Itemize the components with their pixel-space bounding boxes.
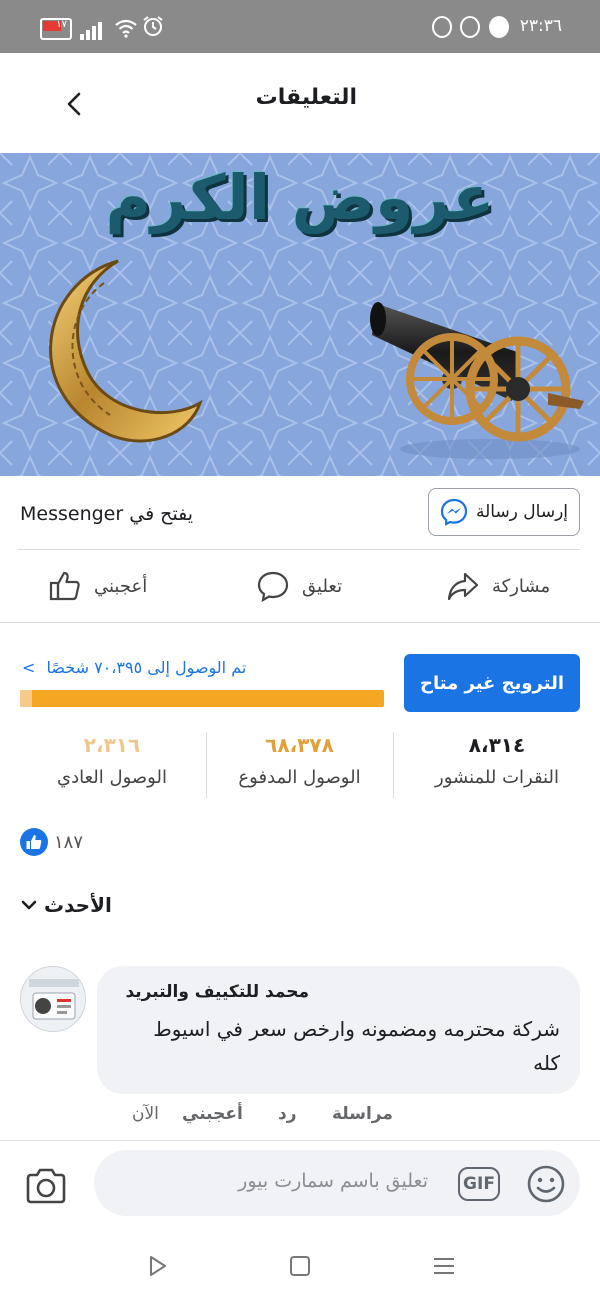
status-bar: ١٧ ٢٣:٣٦ xyxy=(0,0,600,53)
stat-value: ٢،٣١٦ xyxy=(83,733,141,757)
comment-button[interactable]: تعليق xyxy=(256,568,342,604)
messenger-icon xyxy=(440,498,468,526)
comment-reply-button[interactable]: رد xyxy=(278,1104,297,1124)
recent-apps-icon[interactable] xyxy=(431,1253,457,1279)
messenger-cta-row: يفتح في Messenger إرسال رسالة xyxy=(0,476,600,550)
back-triangle-icon[interactable] xyxy=(144,1253,170,1279)
ac-unit-logo xyxy=(21,967,85,1031)
comment-bubble[interactable]: محمد للتكييف والتبريد شركة محترمه ومضمون… xyxy=(97,966,580,1094)
share-label: مشاركة xyxy=(492,575,551,597)
post-banner-image[interactable]: عروض الكرم xyxy=(0,153,600,476)
alarm-icon xyxy=(143,16,163,36)
reach-chevron-icon: < xyxy=(22,658,36,677)
chevron-down-icon xyxy=(21,900,37,910)
like-button[interactable]: أعجبني xyxy=(48,568,147,604)
back-chevron-icon[interactable] xyxy=(60,89,90,119)
reach-link[interactable]: < تم الوصول إلى ٧٠،٣٩٥ شخصًا xyxy=(22,658,246,677)
comment-sort-dropdown[interactable]: الأحدث xyxy=(20,893,112,917)
page-title: التعليقات xyxy=(255,85,357,110)
comment-message-button[interactable]: مراسلة xyxy=(332,1104,393,1124)
whatsapp-business-icon xyxy=(460,16,480,38)
reach-progress-bar xyxy=(20,690,384,707)
whatsapp-icon xyxy=(489,16,509,38)
stat-post-clicks: ٨،٣١٤ النقرات للمنشور xyxy=(394,733,600,788)
send-message-label: إرسال رسالة xyxy=(475,502,569,522)
comment-like-button[interactable]: أعجبني xyxy=(182,1104,243,1124)
wifi-icon xyxy=(115,19,137,38)
comment-time: الآن xyxy=(132,1104,159,1124)
send-message-button[interactable]: إرسال رسالة xyxy=(428,488,580,536)
comment-actions: الآن أعجبني رد مراسلة xyxy=(0,1104,600,1134)
clock: ٢٣:٣٦ xyxy=(519,16,562,36)
stat-organic-reach: ٢،٣١٦ الوصول العادي xyxy=(18,733,206,788)
sync-icon xyxy=(432,16,452,38)
battery-icon: ١٧ xyxy=(40,18,72,40)
opens-in-messenger-label: يفتح في Messenger xyxy=(20,503,194,525)
post-actions-bar: أعجبني تعليق مشاركة xyxy=(0,550,600,622)
camera-icon[interactable] xyxy=(24,1166,68,1206)
comment-author[interactable]: محمد للتكييف والتبريد xyxy=(125,982,309,1002)
comment-label: تعليق xyxy=(302,575,343,597)
reactions-summary[interactable]: ١٨٧ xyxy=(20,828,83,856)
reactions-count: ١٨٧ xyxy=(54,831,84,853)
divider xyxy=(393,732,394,798)
stat-label: الوصول المدفوع xyxy=(238,767,361,788)
gif-label: GIF xyxy=(463,1174,495,1194)
page-header: التعليقات xyxy=(0,53,600,153)
stat-value: ٦٨،٣٧٨ xyxy=(265,733,334,757)
stat-value: ٨،٣١٤ xyxy=(468,733,526,757)
stat-label: الوصول العادي xyxy=(57,767,167,788)
comment-text: شركة محترمه ومضمونه وارخص سعر في اسيوط ك… xyxy=(153,1017,560,1075)
comment-bubble-icon xyxy=(257,571,289,603)
thumbs-up-icon xyxy=(49,571,80,601)
banner-title: عروض الكرم xyxy=(105,161,495,234)
sort-label: الأحدث xyxy=(44,893,112,917)
system-navigation-bar xyxy=(0,1235,600,1301)
comment-composer[interactable]: تعليق باسم سمارت بيور GIF xyxy=(94,1150,580,1216)
gif-button[interactable]: GIF xyxy=(458,1167,500,1201)
like-label: أعجبني xyxy=(94,575,148,597)
promotion-button-label: الترويج غير متاح xyxy=(420,672,564,694)
stat-paid-reach: ٦٨،٣٧٨ الوصول المدفوع xyxy=(206,733,393,788)
divider xyxy=(0,622,600,623)
emoji-icon[interactable] xyxy=(526,1164,566,1204)
divider xyxy=(0,1140,600,1141)
share-arrow-icon xyxy=(447,572,479,601)
like-reaction-icon xyxy=(20,828,48,856)
avatar[interactable] xyxy=(20,966,86,1032)
stat-label: النقرات للمنشور xyxy=(435,767,559,788)
comment-input-placeholder: تعليق باسم سمارت بيور xyxy=(238,1170,428,1192)
battery-level: ١٧ xyxy=(56,19,67,30)
promotion-unavailable-button[interactable]: الترويج غير متاح xyxy=(404,654,580,712)
home-square-icon[interactable] xyxy=(287,1253,313,1279)
divider xyxy=(206,732,207,798)
reach-text: تم الوصول إلى ٧٠،٣٩٥ شخصًا xyxy=(46,658,247,677)
share-button[interactable]: مشاركة xyxy=(446,568,550,604)
signal-icon xyxy=(80,18,102,40)
